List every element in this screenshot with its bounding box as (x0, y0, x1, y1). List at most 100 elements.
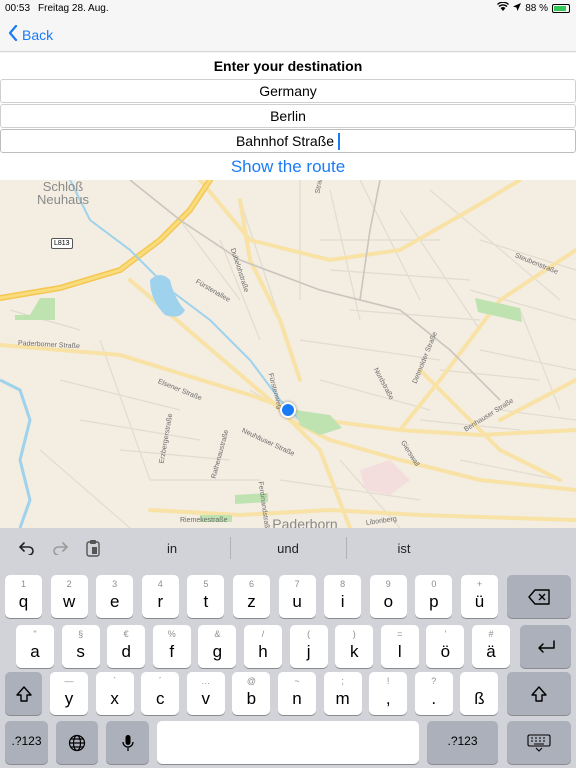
key-alt-label: 2 (66, 579, 72, 589)
shift-key-right[interactable] (507, 672, 571, 715)
redo-icon[interactable] (50, 538, 70, 558)
space-key[interactable] (157, 721, 419, 764)
map-town-label-paderborn: Paderborn (272, 516, 338, 528)
key-row2-7[interactable]: ) k (335, 625, 374, 668)
key-row3-2[interactable]: ´ c (141, 672, 180, 715)
city-field[interactable]: Berlin (0, 104, 576, 128)
key-alt-label: ! (386, 676, 390, 686)
key-row1-1[interactable]: 2w (50, 575, 88, 618)
return-key[interactable] (520, 625, 571, 668)
key-alt-label: — (64, 676, 74, 686)
key-row1-0[interactable]: 1q (5, 575, 42, 618)
key-row2-2[interactable]: € d (107, 625, 146, 668)
key-alt-label: € (123, 629, 129, 639)
key-alt-label: 6 (248, 579, 254, 589)
dismiss-keyboard-key[interactable] (507, 721, 571, 764)
battery-icon (552, 3, 570, 13)
key-alt-label: @ (246, 676, 256, 686)
shift-icon (15, 685, 32, 702)
key-row3-7[interactable]: !, (369, 672, 408, 715)
microphone-icon (121, 734, 134, 751)
numbers-key-left[interactable]: .?123 (5, 721, 48, 764)
key-row3-0[interactable]: — y (50, 672, 88, 715)
key-row3-6[interactable]: ; m (323, 672, 362, 715)
key-alt-label: + (476, 579, 483, 589)
undo-icon[interactable] (17, 538, 37, 558)
location-arrow-icon (513, 2, 522, 14)
key-row2-3[interactable]: % f (152, 625, 191, 668)
key-alt-label: 9 (385, 579, 391, 589)
key-row2-0[interactable]: " a (16, 625, 54, 668)
suggestion-divider (346, 537, 347, 559)
key-main-label: s (76, 642, 85, 661)
key-row1-4[interactable]: 5t (187, 575, 225, 618)
key-main-label: b (246, 689, 257, 708)
show-route-button[interactable]: Show the route (0, 157, 576, 177)
key-main-label: ä (486, 642, 496, 661)
key-row2-5[interactable]: / h (244, 625, 282, 668)
key-main-label: v (201, 689, 211, 708)
numbers-key-right[interactable]: .?123 (427, 721, 498, 764)
key-alt-label: 4 (157, 579, 163, 589)
key-row3-8[interactable]: ?. (414, 672, 453, 715)
backspace-icon (528, 588, 550, 605)
key-row1-10[interactable]: + ü (461, 575, 498, 618)
navigation-bar: Back (0, 18, 576, 52)
key-row3-9[interactable]: ß (460, 672, 499, 715)
key-main-label: f (169, 642, 175, 661)
key-main-label: n (292, 689, 302, 708)
backspace-key[interactable] (507, 575, 571, 618)
key-alt-label: 7 (294, 579, 300, 589)
paste-icon[interactable] (83, 538, 103, 558)
current-location-pin[interactable] (280, 402, 296, 418)
key-row1-7[interactable]: 8i (324, 575, 362, 618)
key-row1-9[interactable]: 0p (415, 575, 453, 618)
wifi-icon (497, 1, 510, 14)
key-row2-4[interactable]: & g (198, 625, 237, 668)
key-row2-1[interactable]: § s (61, 625, 100, 668)
status-indicators: 88 % (497, 1, 570, 14)
key-row3-4[interactable]: @ b (232, 672, 271, 715)
key-row3-5[interactable]: ~ n (278, 672, 316, 715)
key-main-label: ß (474, 689, 485, 708)
country-value: Germany (259, 83, 317, 99)
shift-key-left[interactable] (5, 672, 42, 715)
key-row3-1[interactable]: ` x (95, 672, 134, 715)
key-row1-6[interactable]: 7u (278, 575, 316, 618)
key-main-label: l (397, 642, 402, 661)
key-row2-8[interactable]: = l (380, 625, 419, 668)
key-main-label: q (18, 592, 29, 611)
key-main-label: ü (474, 592, 485, 611)
key-row2-10[interactable]: # ä (472, 625, 510, 668)
dictation-key[interactable] (106, 721, 149, 764)
map-town-label: Schloß Neuhaus (28, 180, 98, 206)
suggestion-2[interactable]: und (238, 541, 338, 556)
key-main-label: m (335, 689, 350, 708)
key-row2-9[interactable]: ' ö (426, 625, 465, 668)
globe-key[interactable] (56, 721, 98, 764)
map-roads (0, 180, 576, 528)
status-bar: 00:53 Freitag 28. Aug. 88 % (0, 0, 576, 18)
key-alt-label: 0 (431, 579, 437, 589)
back-button[interactable]: Back (8, 24, 54, 44)
key-alt-label: § (78, 629, 84, 639)
suggestion-1[interactable]: in (122, 541, 222, 556)
key-row2-6[interactable]: (j (289, 625, 328, 668)
map-view[interactable]: Schloß Neuhaus Paderborn L813 Paderborne… (0, 180, 576, 528)
key-row1-8[interactable]: 9o (369, 575, 407, 618)
key-alt-label: … (201, 676, 211, 686)
key-alt-label: # (488, 629, 494, 639)
keyboard: 1 q 2 w 3 e 4 r 5 t 6 z 7 u 8 i 9 o 0 p + ü " a § s € d% f & g / h(j) k =… (0, 568, 576, 768)
street-field[interactable]: Bahnhof Straße (0, 129, 576, 153)
key-main-label: r (157, 592, 164, 611)
suggestion-3[interactable]: ist (354, 541, 454, 556)
key-row3-3[interactable]: … v (186, 672, 225, 715)
form-title: Enter your destination (213, 58, 363, 74)
key-row1-2[interactable]: 3e (96, 575, 134, 618)
chevron-left-icon (8, 24, 18, 44)
key-row1-3[interactable]: 4r (141, 575, 179, 618)
back-label: Back (22, 26, 54, 43)
key-row1-5[interactable]: 6z (233, 575, 270, 618)
battery-percent: 88 % (525, 2, 548, 14)
country-field[interactable]: Germany (0, 79, 576, 103)
